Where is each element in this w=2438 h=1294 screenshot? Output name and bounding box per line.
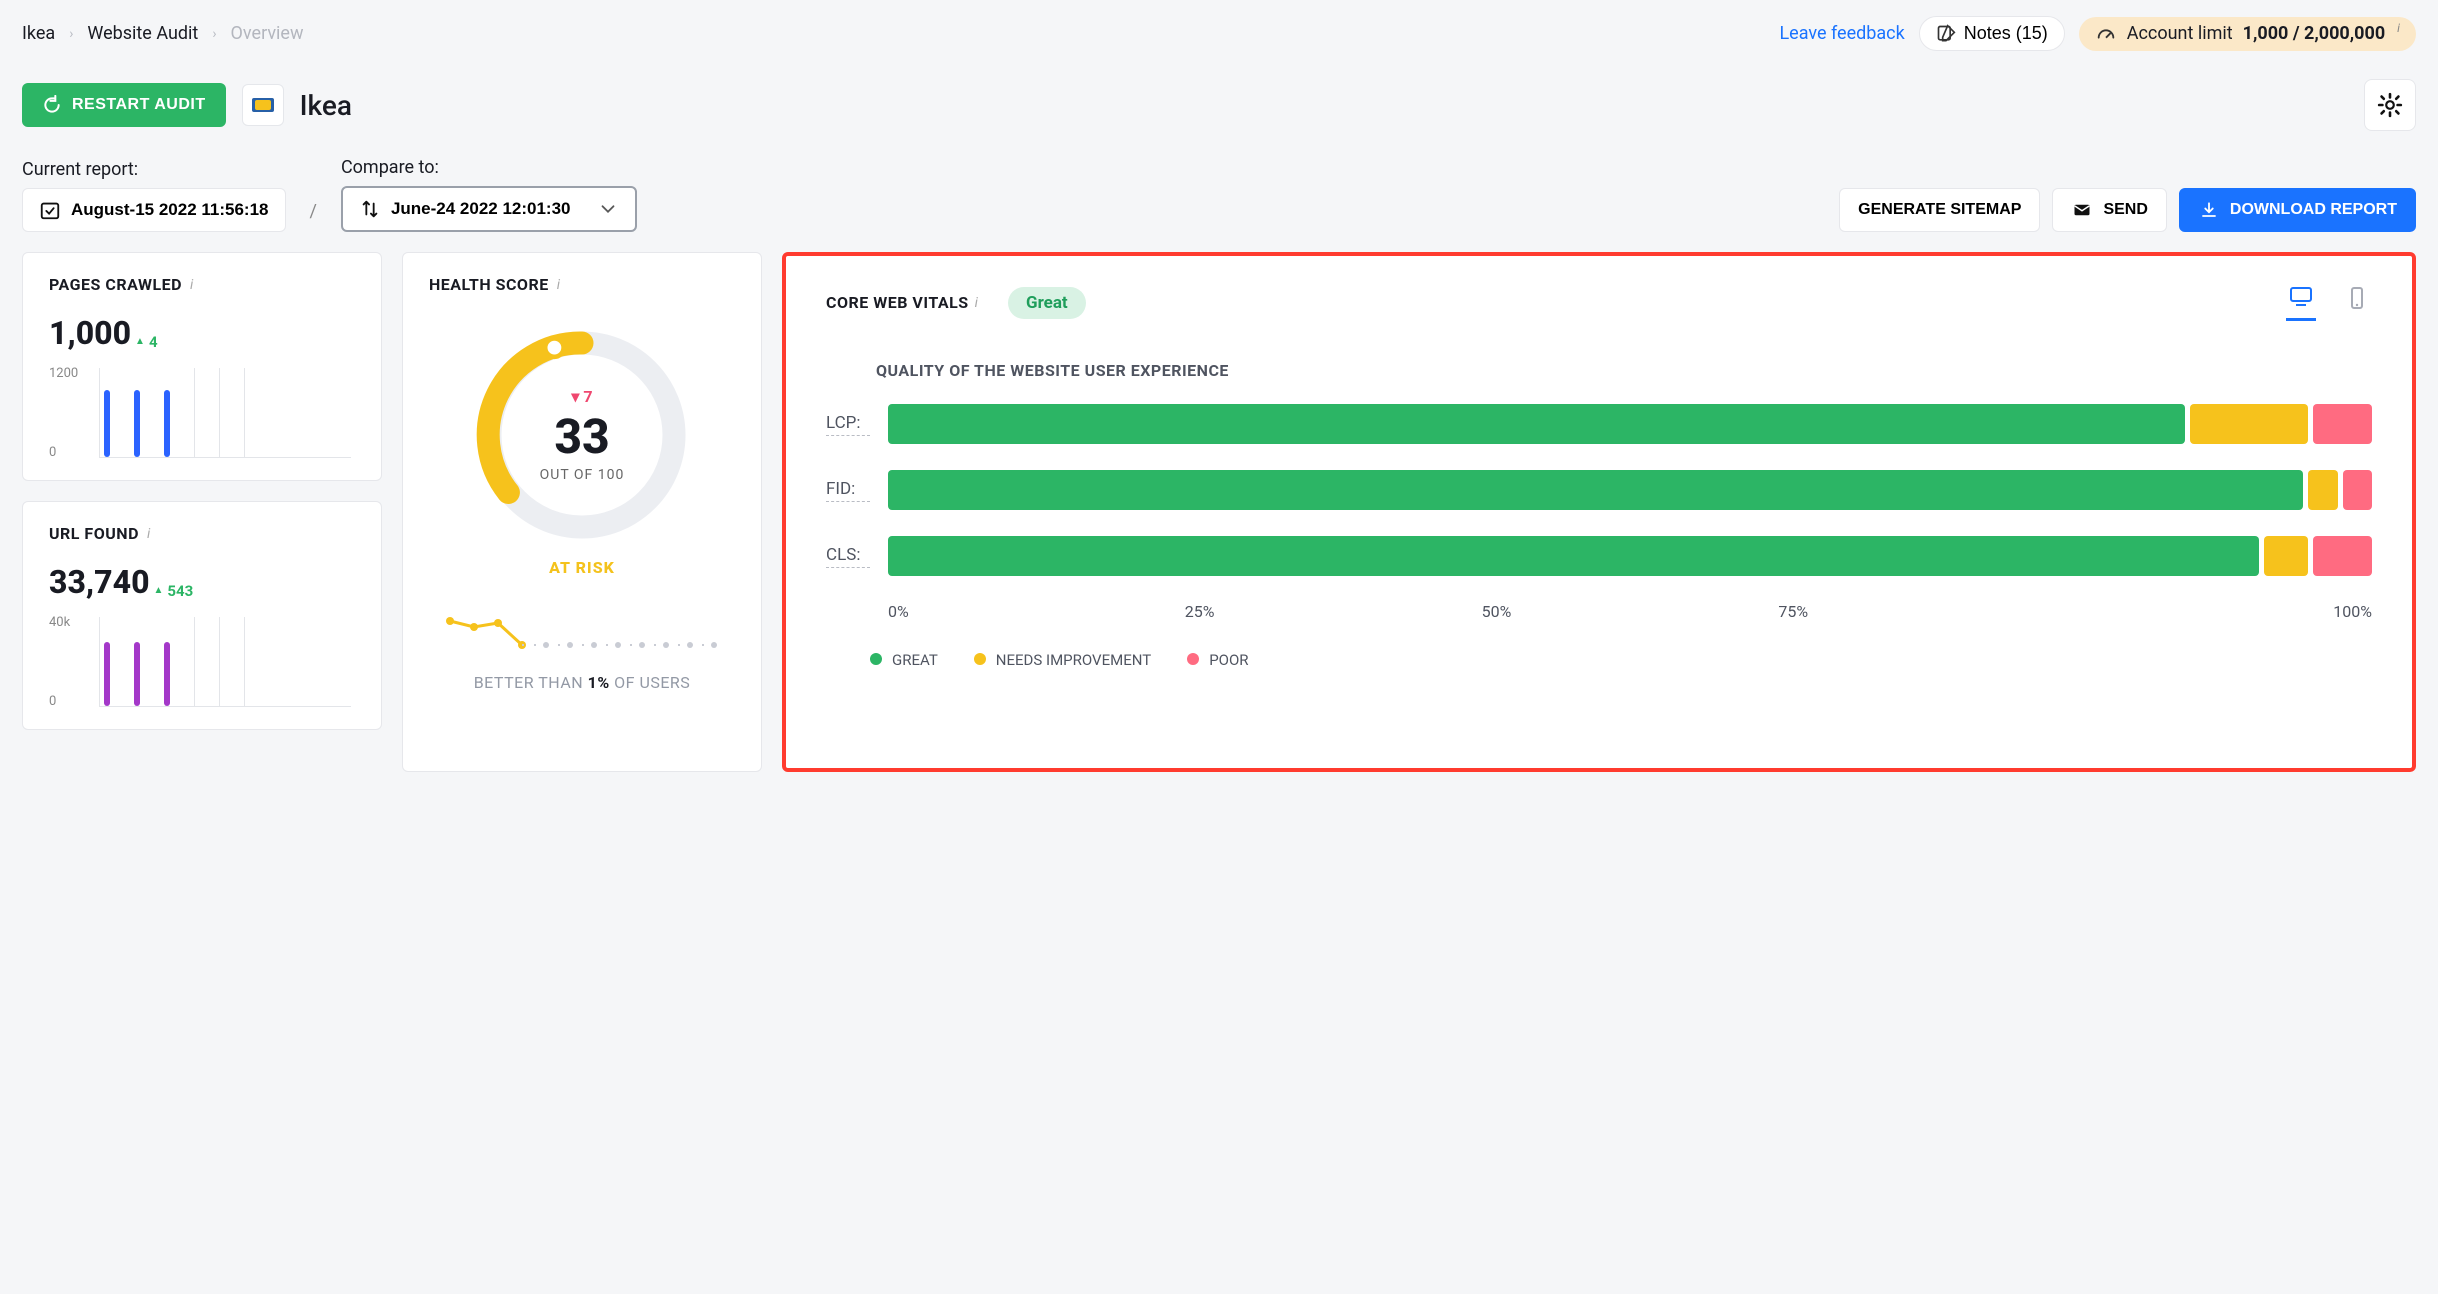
pages-crawled-value: 1,000 [49, 314, 131, 352]
chevron-down-icon [597, 198, 619, 220]
breadcrumb-section[interactable]: Website Audit [87, 23, 198, 44]
device-desktop-tab[interactable] [2286, 284, 2316, 321]
info-icon[interactable]: i [147, 526, 150, 542]
cwv-label-cls: CLS: [826, 545, 870, 568]
cwv-row-lcp: LCP: [826, 404, 2372, 444]
compare-field: Compare to: June-24 2022 12:01:30 [341, 157, 637, 232]
current-report-picker[interactable]: August-15 2022 11:56:18 [22, 188, 286, 232]
cwv-row-fid: FID: [826, 470, 2372, 510]
url-found-chart: 40k 0 [49, 617, 355, 707]
breadcrumb-project[interactable]: Ikea [22, 23, 55, 44]
health-score-title: HEALTH SCORE [429, 275, 549, 294]
notes-button[interactable]: Notes (15) [1919, 16, 2065, 51]
health-benchmark: BETTER THAN 1% OF USERS [429, 673, 735, 692]
health-status: AT RISK [429, 558, 735, 577]
notes-label: Notes (15) [1964, 23, 2048, 44]
chevron-right-icon: › [212, 26, 216, 42]
download-report-button[interactable]: DOWNLOAD REPORT [2179, 188, 2416, 232]
refresh-icon [42, 95, 62, 115]
desktop-icon [2286, 284, 2316, 308]
pages-crawled-title: PAGES CRAWLED [49, 275, 182, 294]
cwv-legend: GREAT NEEDS IMPROVEMENT POOR [870, 651, 2372, 669]
generate-sitemap-button[interactable]: GENERATE SITEMAP [1839, 188, 2040, 232]
limit-label: Account limit [2127, 23, 2233, 44]
current-report-label: Current report: [22, 159, 286, 180]
cwv-bar-cls[interactable] [888, 536, 2372, 576]
gauge-icon [2095, 23, 2117, 45]
health-gauge: ▾ 7 33 OUT OF 100 [467, 320, 697, 550]
compare-label: Compare to: [341, 157, 637, 178]
url-found-card: URL FOUND i 33,740 ▲543 40k 0 [22, 501, 382, 730]
info-icon[interactable]: i [190, 277, 193, 293]
cwv-subtitle: QUALITY OF THE WEBSITE USER EXPERIENCE [876, 361, 2372, 380]
project-logo [242, 84, 284, 126]
sort-icon [359, 198, 381, 220]
restart-audit-button[interactable]: RESTART AUDIT [22, 83, 226, 127]
current-report-field: Current report: August-15 2022 11:56:18 [22, 159, 286, 232]
mail-icon [2071, 201, 2093, 219]
separator: / [306, 201, 321, 232]
limit-value: 1,000 / 2,000,000 [2243, 23, 2386, 44]
health-out-of: OUT OF 100 [540, 467, 625, 483]
health-delta: ▾ 7 [571, 387, 592, 406]
leave-feedback-link[interactable]: Leave feedback [1779, 23, 1904, 44]
url-found-title: URL FOUND [49, 524, 139, 543]
health-score-card: HEALTH SCORE i ▾ 7 33 OUT OF 100 AT RISK… [402, 252, 762, 772]
cwv-bar-lcp[interactable] [888, 404, 2372, 444]
compare-value: June-24 2022 12:01:30 [391, 199, 571, 219]
pages-crawled-delta: ▲4 [135, 333, 158, 351]
chevron-right-icon: › [69, 26, 73, 42]
info-icon[interactable]: i [975, 295, 978, 311]
cwv-bar-fid[interactable] [888, 470, 2372, 510]
download-icon [2198, 201, 2220, 219]
current-report-value: August-15 2022 11:56:18 [71, 200, 269, 220]
health-trend-chart [442, 613, 722, 653]
edit-note-icon [1936, 24, 1956, 44]
breadcrumb-page: Overview [231, 23, 304, 44]
pages-crawled-chart: 1200 0 [49, 368, 355, 458]
cwv-label-lcp: LCP: [826, 413, 870, 436]
cwv-title: CORE WEB VITALS [826, 293, 969, 312]
cwv-row-cls: CLS: [826, 536, 2372, 576]
compare-picker[interactable]: June-24 2022 12:01:30 [341, 186, 637, 232]
settings-button[interactable] [2364, 79, 2416, 131]
url-found-value: 33,740 [49, 563, 150, 601]
breadcrumb: Ikea › Website Audit › Overview [22, 23, 304, 44]
send-button[interactable]: SEND [2052, 188, 2166, 232]
health-score: 33 [554, 408, 609, 465]
account-limit-pill[interactable]: Account limit 1,000 / 2,000,000 i [2079, 17, 2416, 51]
core-web-vitals-card: CORE WEB VITALS i Great QUALITY OF THE W… [782, 252, 2416, 772]
info-icon[interactable]: i [2397, 21, 2400, 35]
cwv-label-fid: FID: [826, 479, 870, 502]
calendar-check-icon [39, 199, 61, 221]
page-title: Ikea [300, 89, 352, 122]
gear-icon [2377, 92, 2403, 118]
device-mobile-tab[interactable] [2342, 286, 2372, 320]
url-found-delta: ▲543 [153, 582, 193, 600]
restart-label: RESTART AUDIT [72, 96, 206, 114]
cwv-axis: 0%25%50%75%100% [888, 602, 2372, 621]
info-icon[interactable]: i [557, 277, 560, 293]
pages-crawled-card: PAGES CRAWLED i 1,000 ▲4 1200 0 [22, 252, 382, 481]
mobile-icon [2342, 286, 2372, 310]
cwv-status-badge: Great [1008, 287, 1086, 319]
